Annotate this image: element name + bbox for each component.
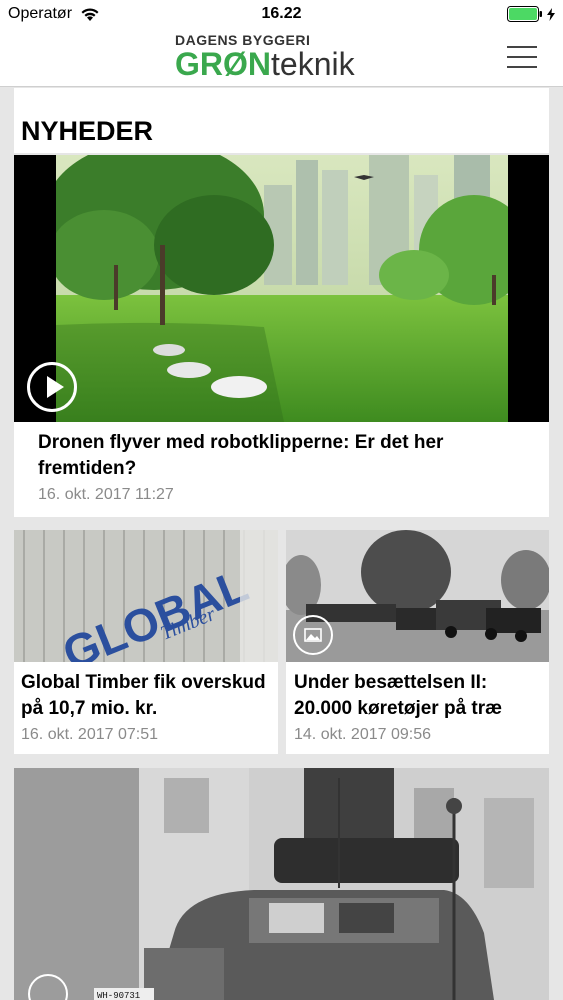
logo-suffix: teknik — [271, 46, 355, 82]
section-title: NYHEDER — [21, 116, 154, 146]
play-icon[interactable] — [27, 362, 77, 412]
gallery-icon — [293, 615, 333, 655]
logo-brand: GRØN — [175, 46, 271, 82]
article-date: 14. okt. 2017 09:56 — [294, 726, 431, 743]
article-title[interactable]: Under besættelsen II: 20.000 køretøjer p… — [294, 670, 544, 722]
logo-wordmark: GRØNteknik — [175, 46, 355, 82]
article-image: GLOBAL Timber — [14, 530, 278, 662]
global-timber-photo: GLOBAL Timber — [14, 530, 278, 662]
article-title[interactable]: Global Timber fik overskud på 10,7 mio. … — [21, 670, 271, 722]
vintage-car-photo: WH-90731 — [14, 768, 549, 1000]
park-photo — [14, 155, 549, 422]
battery — [507, 6, 555, 22]
menu-icon[interactable] — [507, 46, 537, 68]
app-header: DAGENS BYGGERI GRØNteknik — [0, 28, 563, 87]
article-card[interactable]: Under besættelsen II: 20.000 køretøjer p… — [286, 530, 549, 754]
status-bar: Operatør 16.22 — [0, 0, 563, 28]
article-date: 16. okt. 2017 07:51 — [21, 726, 158, 743]
license-plate: WH-90731 — [97, 991, 140, 1000]
site-logo[interactable]: DAGENS BYGGERI GRØNteknik — [175, 32, 390, 82]
article-image — [286, 530, 549, 662]
battery-icon — [507, 6, 542, 22]
featured-article[interactable]: Dronen flyver med robotklipperne: Er det… — [14, 155, 549, 517]
charging-bolt-icon — [547, 7, 555, 21]
article-image-video — [14, 155, 549, 422]
article-card[interactable]: WH-90731 — [14, 768, 549, 1000]
clock: 16.22 — [261, 5, 302, 22]
article-date: 16. okt. 2017 11:27 — [38, 486, 174, 503]
article-title[interactable]: Dronen flyver med robotklipperne: Er det… — [38, 430, 478, 482]
section-header: NYHEDER — [14, 88, 549, 153]
article-card[interactable]: GLOBAL Timber Global Timber fik overskud… — [14, 530, 278, 754]
article-image: WH-90731 — [14, 768, 549, 1000]
